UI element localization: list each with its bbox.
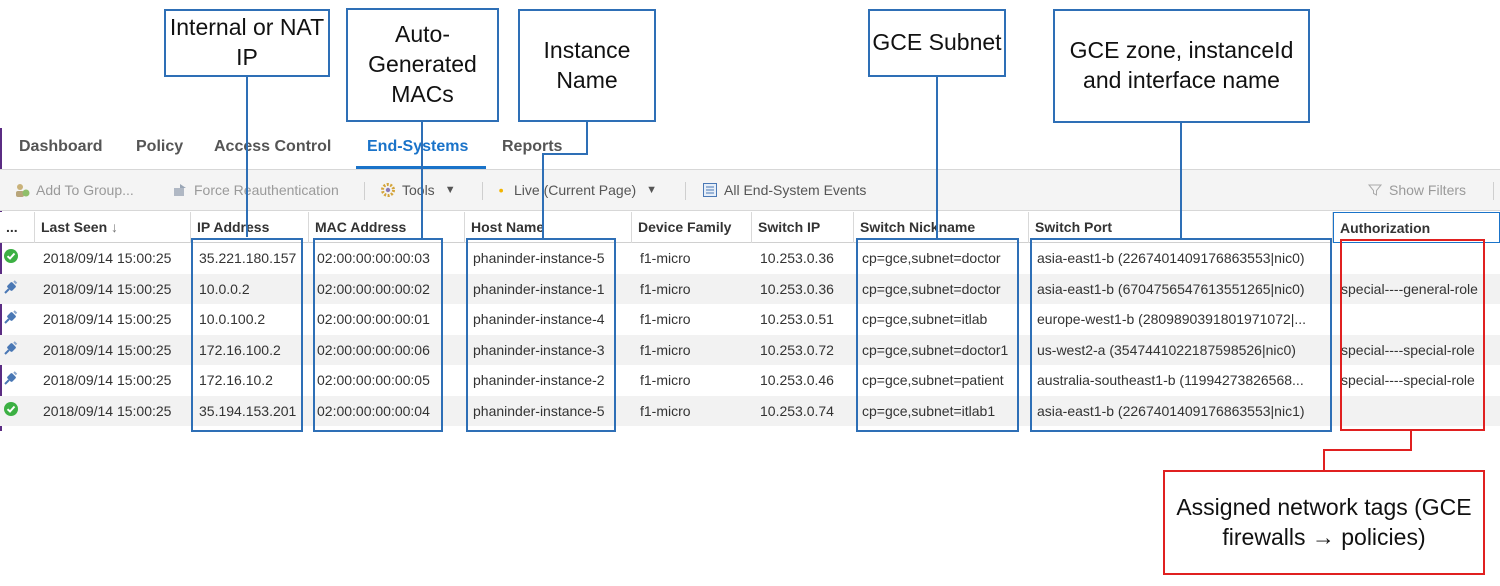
toolbar-divider bbox=[1493, 182, 1494, 200]
cell-last-seen: 2018/09/14 15:00:25 bbox=[43, 402, 172, 419]
all-events-label: All End-System Events bbox=[724, 182, 867, 198]
highlight-host-column bbox=[466, 238, 616, 432]
gear-icon bbox=[381, 183, 395, 197]
cell-last-seen: 2018/09/14 15:00:25 bbox=[43, 372, 172, 388]
chevron-down-icon: ▼ bbox=[646, 184, 658, 196]
cell-device: f1-micro bbox=[640, 280, 691, 297]
callout-connector bbox=[1410, 431, 1412, 450]
callout-connector bbox=[1180, 123, 1182, 238]
force-reauth-button[interactable]: Force Reauthentication bbox=[172, 182, 339, 198]
toolbar-divider bbox=[364, 182, 365, 200]
column-header-device[interactable]: Device Family bbox=[632, 212, 752, 243]
network-plug-icon bbox=[3, 309, 19, 325]
column-header-last-seen[interactable]: Last Seen ↓ bbox=[35, 212, 191, 243]
tools-menu-button[interactable]: Tools ▼ bbox=[380, 182, 456, 198]
cell-last-seen: 2018/09/14 15:00:25 bbox=[43, 341, 172, 358]
live-mode-dropdown[interactable]: Live (Current Page) ▼ bbox=[498, 182, 657, 198]
network-plug-icon bbox=[3, 340, 19, 356]
column-header-switch-ip[interactable]: Switch IP bbox=[752, 212, 854, 243]
last-seen-header-label: Last Seen bbox=[41, 219, 108, 235]
callout-connector bbox=[936, 77, 938, 238]
cell-device: f1-micro bbox=[640, 402, 691, 419]
highlight-mac-column bbox=[313, 238, 443, 432]
callout-macs: Auto-Generated MACs bbox=[346, 8, 499, 122]
check-circle-icon bbox=[3, 401, 19, 417]
tab-end-systems[interactable]: End-Systems bbox=[367, 138, 468, 156]
tab-dashboard[interactable]: Dashboard bbox=[19, 138, 103, 156]
cell-switch-ip: 10.253.0.46 bbox=[760, 372, 834, 388]
toolbar-divider bbox=[685, 182, 686, 200]
callout-connector bbox=[542, 153, 544, 238]
cell-switch-ip: 10.253.0.72 bbox=[760, 341, 834, 358]
toolbar: Add To Group... Force Reauthentication T… bbox=[0, 170, 1500, 211]
cell-switch-ip: 10.253.0.36 bbox=[760, 280, 834, 297]
callout-network-tags: Assigned network tags (GCE firewalls → p… bbox=[1163, 470, 1485, 575]
show-filters-button[interactable]: Show Filters bbox=[1367, 182, 1466, 198]
main-nav: Dashboard Policy Access Control End-Syst… bbox=[0, 128, 1500, 170]
add-to-group-label: Add To Group... bbox=[36, 182, 134, 198]
cell-switch-ip: 10.253.0.51 bbox=[760, 311, 834, 327]
callout-connector bbox=[1323, 449, 1325, 471]
cell-device: f1-micro bbox=[640, 250, 691, 266]
column-header-more[interactable]: ... bbox=[0, 212, 35, 243]
cell-device: f1-micro bbox=[640, 341, 691, 358]
show-filters-label: Show Filters bbox=[1389, 182, 1467, 198]
callout-connector bbox=[542, 153, 588, 155]
highlight-nickname-column bbox=[856, 238, 1019, 432]
force-reauth-label: Force Reauthentication bbox=[194, 182, 339, 198]
callout-zone: GCE zone, instanceId and interface name bbox=[1053, 9, 1310, 123]
reauth-icon bbox=[174, 184, 186, 196]
live-mode-label: Live (Current Page) bbox=[514, 182, 637, 198]
highlight-authorization-column bbox=[1340, 239, 1485, 431]
group-add-icon bbox=[16, 184, 30, 197]
tools-label: Tools bbox=[402, 182, 435, 198]
network-plug-icon bbox=[3, 279, 19, 295]
cell-device: f1-micro bbox=[640, 372, 691, 388]
cell-last-seen: 2018/09/14 15:00:25 bbox=[43, 311, 172, 327]
highlight-port-column bbox=[1030, 238, 1332, 432]
add-to-group-button[interactable]: Add To Group... bbox=[14, 182, 134, 198]
toolbar-divider bbox=[482, 182, 483, 200]
chevron-down-icon: ▼ bbox=[444, 184, 456, 196]
network-plug-icon bbox=[3, 370, 19, 386]
cell-last-seen: 2018/09/14 15:00:25 bbox=[43, 280, 172, 297]
cell-device: f1-micro bbox=[640, 311, 691, 327]
sort-descending-icon: ↓ bbox=[111, 219, 119, 235]
callout-nat-ip: Internal or NAT IP bbox=[164, 9, 330, 77]
cell-switch-ip: 10.253.0.36 bbox=[760, 250, 834, 266]
highlight-ip-column bbox=[191, 238, 303, 432]
callout-connector bbox=[1323, 449, 1412, 451]
all-events-button[interactable]: All End-System Events bbox=[702, 182, 866, 198]
filter-icon bbox=[1367, 184, 1383, 196]
check-circle-icon bbox=[3, 248, 19, 264]
cell-last-seen: 2018/09/14 15:00:25 bbox=[43, 250, 172, 266]
event-list-icon bbox=[703, 183, 717, 197]
callout-subnet: GCE Subnet bbox=[868, 9, 1006, 77]
tab-access-control[interactable]: Access Control bbox=[214, 138, 331, 156]
callout-connector bbox=[586, 122, 588, 154]
callout-instance: Instance Name bbox=[518, 9, 656, 122]
tab-policy[interactable]: Policy bbox=[136, 138, 183, 156]
cell-switch-ip: 10.253.0.74 bbox=[760, 402, 834, 419]
callout-connector bbox=[421, 122, 423, 238]
live-status-icon bbox=[499, 188, 503, 193]
callout-connector bbox=[246, 77, 248, 237]
